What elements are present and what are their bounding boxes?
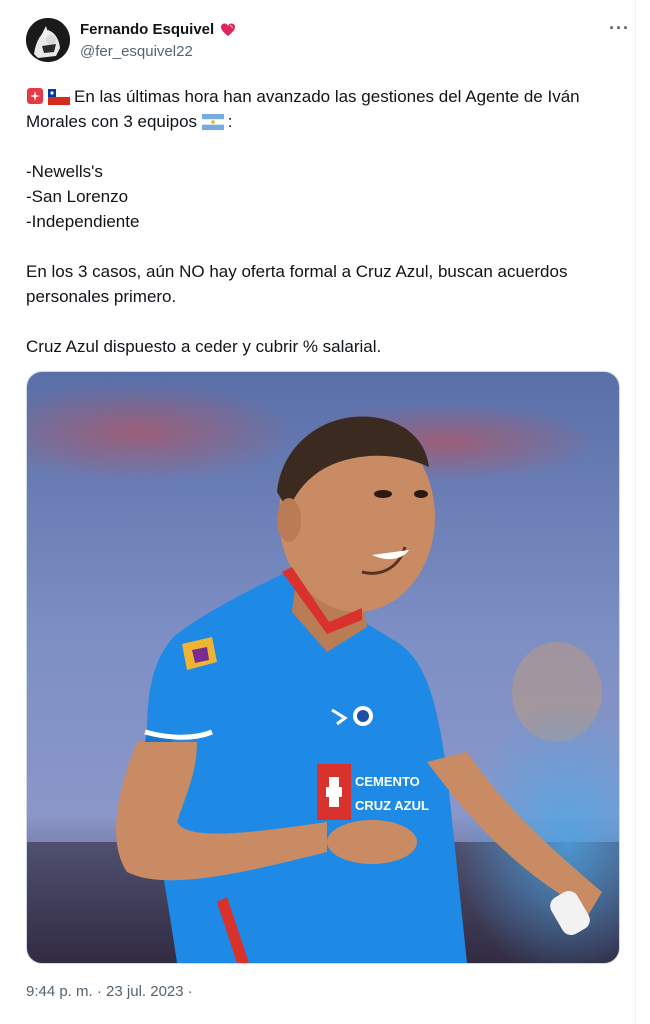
tweet-line-1-text: En las últimas hora han avanzado las ges…	[26, 87, 580, 131]
tweet-header: Fernando Esquivel @fer_esquivel22 ···	[26, 18, 630, 68]
avatar-image	[26, 18, 70, 62]
author-name[interactable]: Fernando Esquivel	[80, 21, 214, 38]
team-item: -San Lorenzo	[26, 187, 129, 206]
tweet-date[interactable]: 23 jul. 2023	[106, 983, 184, 1000]
right-divider	[635, 0, 636, 1024]
author-name-row: Fernando Esquivel	[80, 21, 236, 38]
tweet-timestamp: 9:44 p. m. · 23 jul. 2023 ·	[26, 983, 193, 1000]
meta-trailing-dot: ·	[187, 983, 193, 1000]
tweet-line-1-suffix: :	[227, 112, 233, 131]
tweet-text: En las últimas hora han avanzado las ges…	[26, 84, 616, 359]
sponsor-text-1: CEMENTO	[355, 774, 420, 789]
heart-icon	[221, 23, 236, 36]
meta-separator: ·	[96, 983, 102, 1000]
tweet-paragraph-3: Cruz Azul dispuesto a ceder y cubrir % s…	[26, 337, 382, 356]
sponsor-text-2: CRUZ AZUL	[355, 798, 429, 813]
chile-flag-icon	[48, 89, 70, 105]
team-item: -Newells's	[26, 162, 103, 181]
tweet-time[interactable]: 9:44 p. m.	[26, 983, 93, 1000]
argentina-flag-icon	[201, 114, 224, 130]
player-photo: CEMENTO CRUZ AZUL	[27, 372, 619, 963]
tweet-line-1: En las últimas hora han avanzado las ges…	[26, 84, 616, 134]
more-options-icon[interactable]: ···	[609, 18, 630, 39]
tweet-media[interactable]: CEMENTO CRUZ AZUL	[26, 371, 620, 964]
tweet-paragraph-2: En los 3 casos, aún NO hay oferta formal…	[26, 262, 568, 306]
rotating-light-icon	[27, 88, 43, 104]
avatar[interactable]	[26, 18, 70, 62]
team-item: -Independiente	[26, 212, 140, 231]
author-handle[interactable]: @fer_esquivel22	[80, 43, 193, 60]
